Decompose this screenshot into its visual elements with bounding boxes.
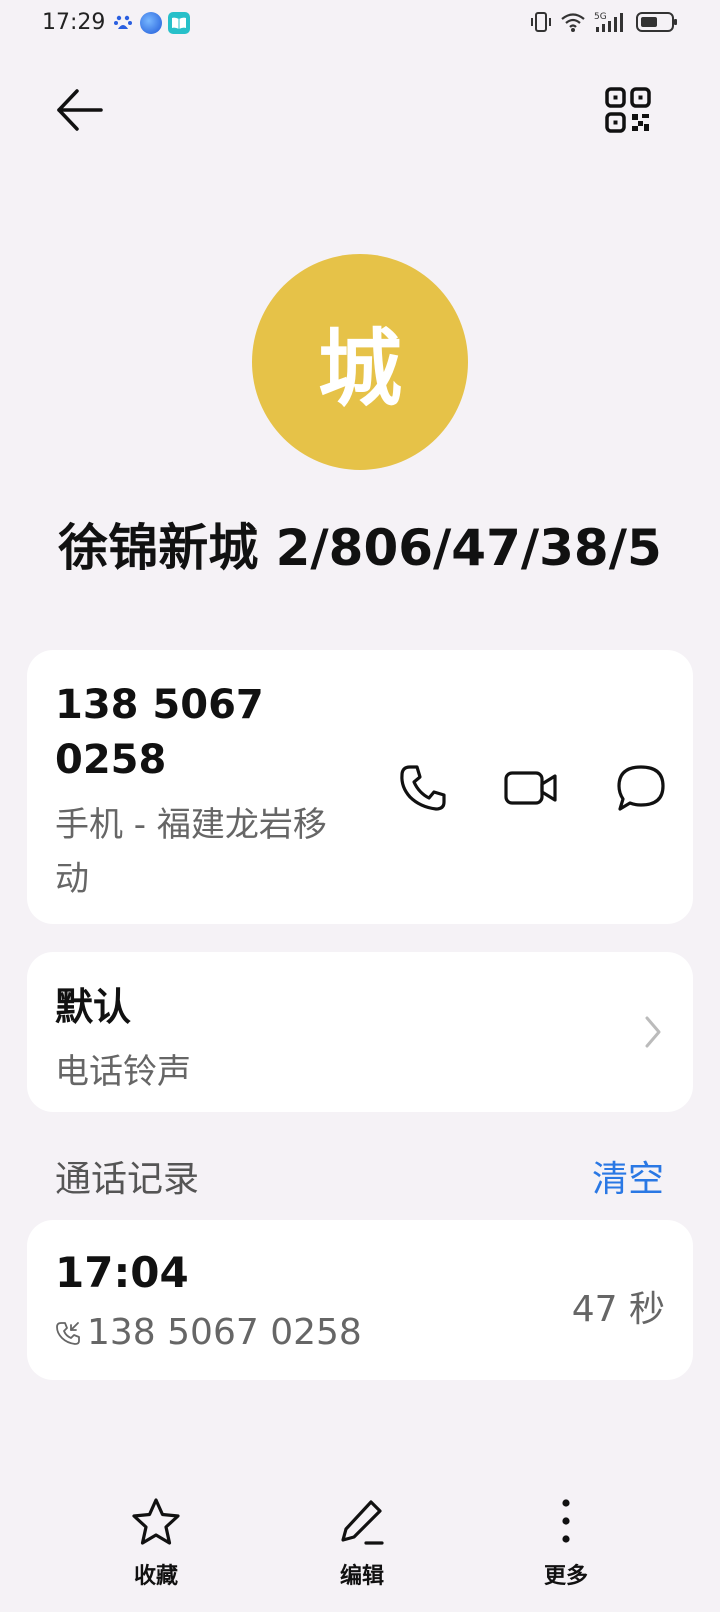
book-icon	[168, 12, 190, 34]
status-bar: 17:29 5G	[0, 0, 720, 48]
message-icon	[617, 765, 665, 811]
contact-name: 徐锦新城 2/806/47/38/5	[58, 519, 662, 577]
phone-number-card[interactable]: 138 5067 0258 手机 - 福建龙岩移动	[27, 650, 693, 924]
status-time: 17:29	[42, 10, 106, 35]
message-button[interactable]	[613, 760, 669, 816]
status-right-icons: 5G	[530, 10, 678, 34]
clear-log-button[interactable]: 清空	[592, 1150, 664, 1202]
favorite-label: 收藏	[133, 1564, 178, 1589]
signal-5g-icon: 5G	[594, 12, 623, 32]
call-log-time: 17:04	[55, 1248, 189, 1297]
avatar: 城	[252, 254, 468, 470]
chevron-right-icon	[645, 1016, 661, 1048]
call-log-duration: 47 秒	[571, 1289, 665, 1330]
arrow-left-icon	[57, 89, 103, 131]
ringtone-card[interactable]: 默认 电话铃声	[27, 952, 693, 1112]
phone-number: 138 5067 0258	[55, 682, 264, 783]
baidu-icon	[112, 12, 134, 34]
edit-button[interactable]: 编辑	[302, 1496, 422, 1590]
wifi-icon	[561, 13, 585, 32]
qr-code-button[interactable]	[602, 84, 654, 136]
video-call-button[interactable]	[503, 760, 559, 816]
browser-icon	[140, 12, 162, 34]
call-log-number-row: 138 5067 0258	[55, 1312, 362, 1353]
back-button[interactable]	[52, 82, 108, 138]
ringtone-subtitle: 电话铃声	[55, 1052, 191, 1092]
favorite-button[interactable]: 收藏	[96, 1496, 216, 1590]
more-vertical-icon	[562, 1499, 570, 1543]
star-icon	[132, 1498, 180, 1545]
incoming-call-icon	[56, 1321, 80, 1345]
call-log-title: 通话记录	[55, 1159, 200, 1200]
avatar-letter: 城	[317, 319, 402, 418]
battery-icon	[636, 12, 677, 32]
edit-label: 编辑	[339, 1564, 384, 1589]
call-log-number: 138 5067 0258	[87, 1312, 362, 1353]
qr-code-icon	[605, 87, 651, 133]
bottom-nav: 收藏 编辑 更多	[0, 1496, 720, 1606]
more-button[interactable]: 更多	[506, 1496, 626, 1590]
call-log-entry[interactable]: 17:04 138 5067 0258 47 秒	[27, 1220, 693, 1380]
network-label: 5G	[594, 12, 607, 22]
phone-type-label: 手机 - 福建龙岩移动	[55, 805, 327, 899]
phone-call-icon	[400, 765, 446, 811]
ringtone-title: 默认	[55, 985, 132, 1029]
vibrate-icon	[531, 12, 551, 32]
call-button[interactable]	[395, 760, 451, 816]
video-call-icon	[504, 771, 557, 805]
status-app-icons	[112, 12, 190, 34]
pencil-icon	[341, 1500, 384, 1545]
more-label: 更多	[543, 1564, 588, 1589]
